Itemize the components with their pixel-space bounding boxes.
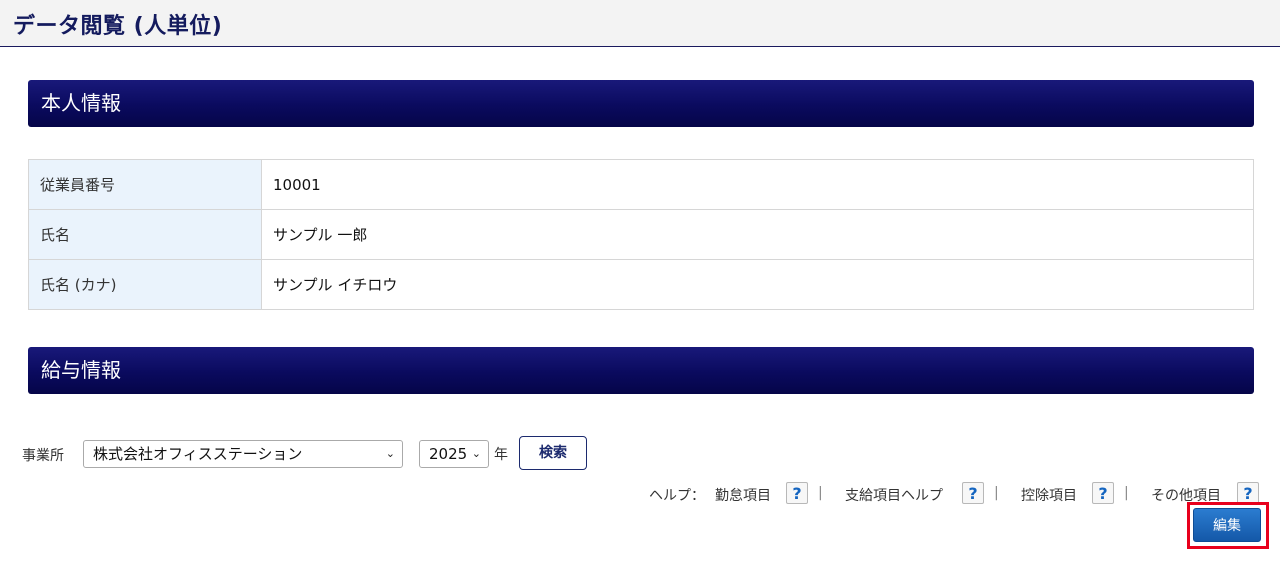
help-icon[interactable]: ?: [1237, 482, 1259, 504]
help-link-attendance[interactable]: 勤怠項目: [715, 485, 771, 505]
personal-info-table: 従業員番号 10001 氏名 サンプル 一郎 氏名 (カナ) サンプル イチロウ: [28, 159, 1254, 310]
section-header-personal: 本人情報: [28, 80, 1254, 127]
office-label: 事業所: [22, 448, 64, 464]
help-link-payment[interactable]: 支給項目ヘルプ: [845, 485, 943, 505]
separator: |: [1124, 485, 1129, 501]
help-icon[interactable]: ?: [786, 482, 808, 504]
section-header-salary: 給与情報: [28, 347, 1254, 394]
row-label: 従業員番号: [28, 159, 262, 210]
row-label: 氏名 (カナ): [28, 259, 262, 310]
table-row: 従業員番号 10001: [28, 159, 1254, 210]
separator: |: [994, 485, 999, 501]
page-header: データ閲覧 (人単位): [0, 0, 1280, 47]
table-row: 氏名 (カナ) サンプル イチロウ: [28, 259, 1254, 310]
row-value: 10001: [261, 159, 1254, 210]
help-row: ヘルプ： 勤怠項目 ? | 支給項目ヘルプ ? | 控除項目 ? | その他項目…: [0, 482, 1280, 508]
filter-row: 事業所 株式会社オフィスステーション ⌄ 2025 ⌄ 年 検索: [0, 436, 1280, 472]
year-suffix-label: 年: [494, 447, 508, 463]
separator: |: [818, 485, 823, 501]
chevron-down-icon: ⌄: [471, 447, 481, 460]
office-select-value: 株式会社オフィスステーション: [93, 445, 303, 463]
chevron-down-icon: ⌄: [385, 447, 395, 460]
help-prefix: ヘルプ：: [649, 488, 705, 504]
table-row: 氏名 サンプル 一郎: [28, 209, 1254, 260]
row-value: サンプル 一郎: [261, 209, 1254, 260]
page-title: データ閲覧 (人単位): [13, 14, 223, 39]
row-label: 氏名: [28, 209, 262, 260]
year-select-value: 2025: [429, 445, 468, 463]
help-icon[interactable]: ?: [962, 482, 984, 504]
help-icon[interactable]: ?: [1092, 482, 1114, 504]
edit-button[interactable]: 編集: [1193, 508, 1261, 542]
help-link-deduction[interactable]: 控除項目: [1021, 485, 1077, 505]
search-button[interactable]: 検索: [519, 436, 587, 470]
office-select[interactable]: 株式会社オフィスステーション ⌄: [83, 440, 403, 468]
row-value: サンプル イチロウ: [261, 259, 1254, 310]
year-select[interactable]: 2025 ⌄: [419, 440, 489, 468]
